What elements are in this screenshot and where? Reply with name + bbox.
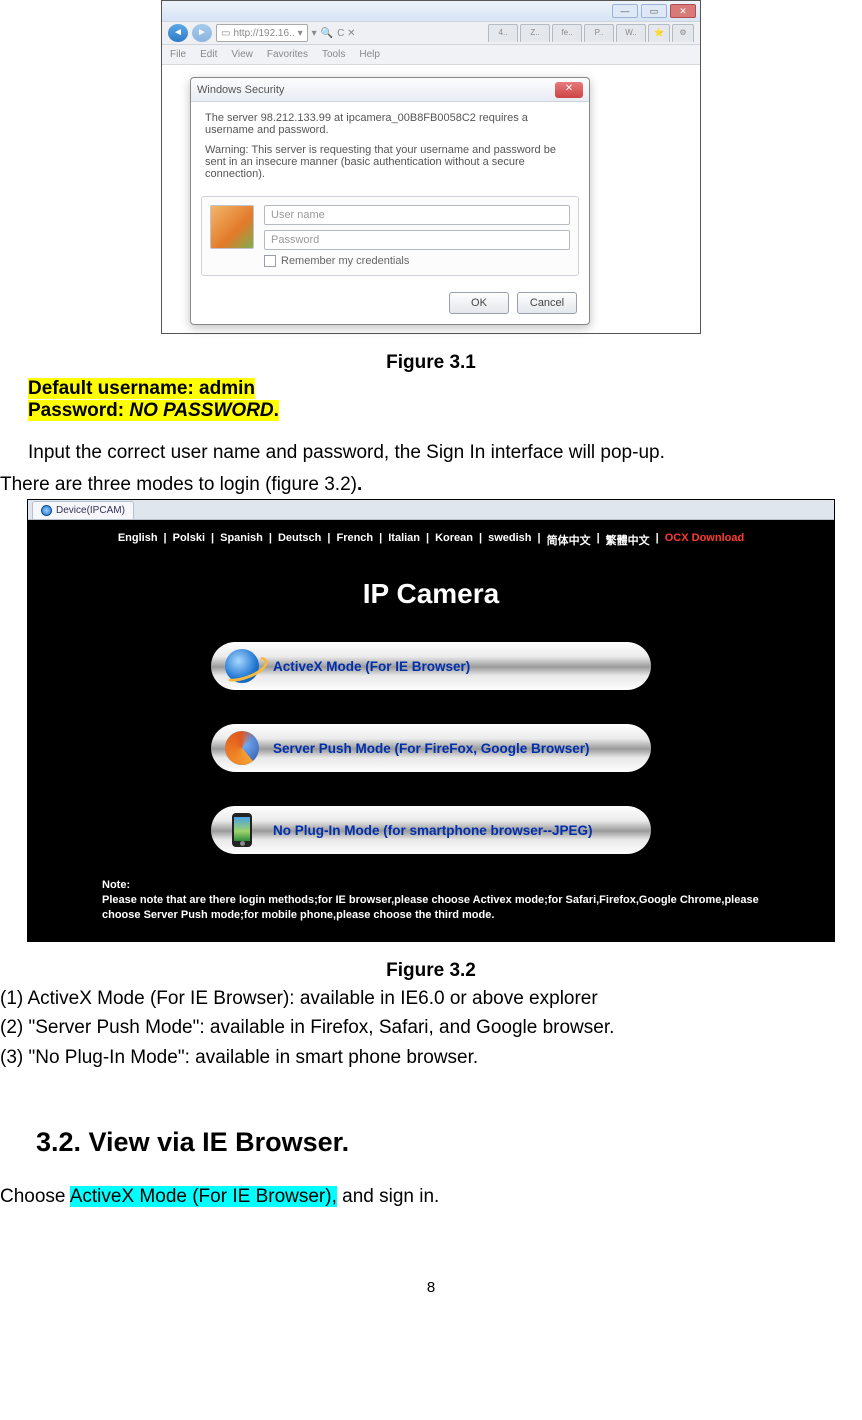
highlighted-text: ActiveX Mode (For IE Browser),: [70, 1186, 337, 1207]
tab[interactable]: 4..: [488, 24, 518, 42]
browser-tabbar: Device(IPCAM): [28, 500, 834, 520]
ie-icon: [225, 649, 259, 683]
figure-caption: Figure 3.2: [0, 960, 862, 982]
lang-link[interactable]: Korean: [435, 532, 473, 548]
ok-button[interactable]: OK: [449, 292, 509, 314]
gear-icon[interactable]: ⚙: [672, 24, 694, 42]
dialog-title: Windows Security: [197, 84, 284, 96]
default-username: Default username: admin: [28, 378, 255, 399]
body-text: Input the correct user name and password…: [0, 440, 862, 466]
refresh-icon[interactable]: 🔍: [321, 28, 333, 39]
lang-link[interactable]: swedish: [488, 532, 531, 548]
menu-item[interactable]: Help: [359, 49, 380, 60]
minimize-icon[interactable]: —: [612, 4, 638, 18]
page-title: IP Camera: [28, 578, 834, 610]
phone-icon: [232, 813, 252, 847]
ipcam-page: English| Polski| Spanish| Deutsch| Frenc…: [28, 520, 834, 941]
ocx-download-link[interactable]: OCX Download: [665, 532, 744, 548]
tab[interactable]: W..: [616, 24, 646, 42]
browser-tab[interactable]: Device(IPCAM): [32, 501, 134, 519]
browser-navbar: ◄ ► ▭ http://192.16.. ▾ ▾ 🔍 C ✕ 4.. Z.. …: [162, 21, 700, 45]
username-field[interactable]: User name: [264, 205, 570, 225]
tab[interactable]: P..: [584, 24, 614, 42]
lang-link[interactable]: English: [118, 532, 158, 548]
dropdown-icon[interactable]: ▾: [298, 28, 303, 39]
list-item: (3) "No Plug-In Mode": available in smar…: [0, 1045, 862, 1071]
lang-link[interactable]: French: [336, 532, 373, 548]
dialog-body: The server 98.212.133.99 at ipcamera_00B…: [191, 102, 589, 186]
language-bar: English| Polski| Spanish| Deutsch| Frenc…: [28, 520, 834, 554]
ie-icon: [41, 505, 52, 516]
browser-viewport: Windows Security ✕ The server 98.212.133…: [162, 65, 700, 333]
mode-label: ActiveX Mode (For IE Browser): [273, 659, 470, 674]
remember-checkbox[interactable]: Remember my credentials: [264, 255, 570, 267]
tab[interactable]: Z..: [520, 24, 550, 42]
list-item: (2) "Server Push Mode": available in Fir…: [0, 1015, 862, 1041]
checkbox-icon[interactable]: [264, 255, 276, 267]
favorites-icon[interactable]: ⭐: [648, 24, 670, 42]
dialog-warning: Warning: This server is requesting that …: [205, 144, 575, 180]
back-icon[interactable]: ◄: [168, 24, 188, 42]
maximize-icon[interactable]: ▭: [641, 4, 667, 18]
mode-label: No Plug-In Mode (for smartphone browser-…: [273, 823, 593, 838]
dialog-message: The server 98.212.133.99 at ipcamera_00B…: [205, 112, 575, 136]
placeholder: Password: [271, 234, 319, 246]
browser-tabs: 4.. Z.. fe.. P.. W.. ⭐ ⚙: [488, 24, 694, 42]
menu-item[interactable]: Favorites: [267, 49, 308, 60]
close-icon[interactable]: ✕: [670, 4, 696, 18]
cancel-button[interactable]: Cancel: [517, 292, 577, 314]
dialog-close-icon[interactable]: ✕: [555, 82, 583, 98]
firefox-icon: [225, 731, 259, 765]
dialog-titlebar: Windows Security ✕: [191, 78, 589, 102]
lang-link[interactable]: 简体中文: [547, 532, 591, 548]
credentials-panel: User name Password Remember my credentia…: [201, 196, 579, 276]
server-push-mode-button[interactable]: Server Push Mode (For FireFox, Google Br…: [211, 724, 651, 772]
figure-3-2-window: Device(IPCAM) English| Polski| Spanish| …: [27, 499, 835, 942]
window-titlebar: — ▭ ✕: [162, 1, 700, 21]
forward-icon[interactable]: ►: [192, 24, 212, 42]
lang-link[interactable]: Italian: [388, 532, 420, 548]
url-text: http://192.16..: [233, 28, 294, 39]
avatar-icon: [210, 205, 254, 249]
no-plugin-mode-button[interactable]: No Plug-In Mode (for smartphone browser-…: [211, 806, 651, 854]
remember-label: Remember my credentials: [281, 255, 409, 267]
page-number: 8: [0, 1279, 862, 1296]
security-dialog: Windows Security ✕ The server 98.212.133…: [190, 77, 590, 325]
menu-item[interactable]: Edit: [200, 49, 217, 60]
lang-link[interactable]: Deutsch: [278, 532, 321, 548]
body-text: Choose ActiveX Mode (For IE Browser), an…: [0, 1184, 862, 1210]
tab[interactable]: fe..: [552, 24, 582, 42]
lang-link[interactable]: 繁體中文: [606, 532, 650, 548]
browser-menubar: File Edit View Favorites Tools Help: [162, 45, 700, 65]
lang-link[interactable]: Spanish: [220, 532, 263, 548]
mode-label: Server Push Mode (For FireFox, Google Br…: [273, 741, 590, 756]
body-text: There are three modes to login (figure 3…: [0, 472, 862, 498]
note-text: Note: Please note that are there login m…: [102, 878, 784, 923]
address-bar[interactable]: ▭ http://192.16.. ▾: [216, 24, 308, 42]
tab-label: Device(IPCAM): [56, 503, 125, 519]
section-heading: 3.2. View via IE Browser.: [36, 1127, 862, 1158]
lang-link[interactable]: Polski: [173, 532, 205, 548]
list-item: (1) ActiveX Mode (For IE Browser): avail…: [0, 986, 862, 1012]
activex-mode-button[interactable]: ActiveX Mode (For IE Browser): [211, 642, 651, 690]
menu-item[interactable]: Tools: [322, 49, 345, 60]
page-icon: ▭: [221, 28, 230, 39]
password-field[interactable]: Password: [264, 230, 570, 250]
figure-3-1-window: — ▭ ✕ ◄ ► ▭ http://192.16.. ▾ ▾ 🔍 C ✕ 4.…: [161, 0, 701, 334]
placeholder: User name: [271, 209, 325, 221]
default-password-label: Password: NO PASSWORD.: [28, 400, 279, 421]
figure-caption: Figure 3.1: [0, 352, 862, 374]
menu-item[interactable]: View: [231, 49, 253, 60]
menu-item[interactable]: File: [170, 49, 186, 60]
